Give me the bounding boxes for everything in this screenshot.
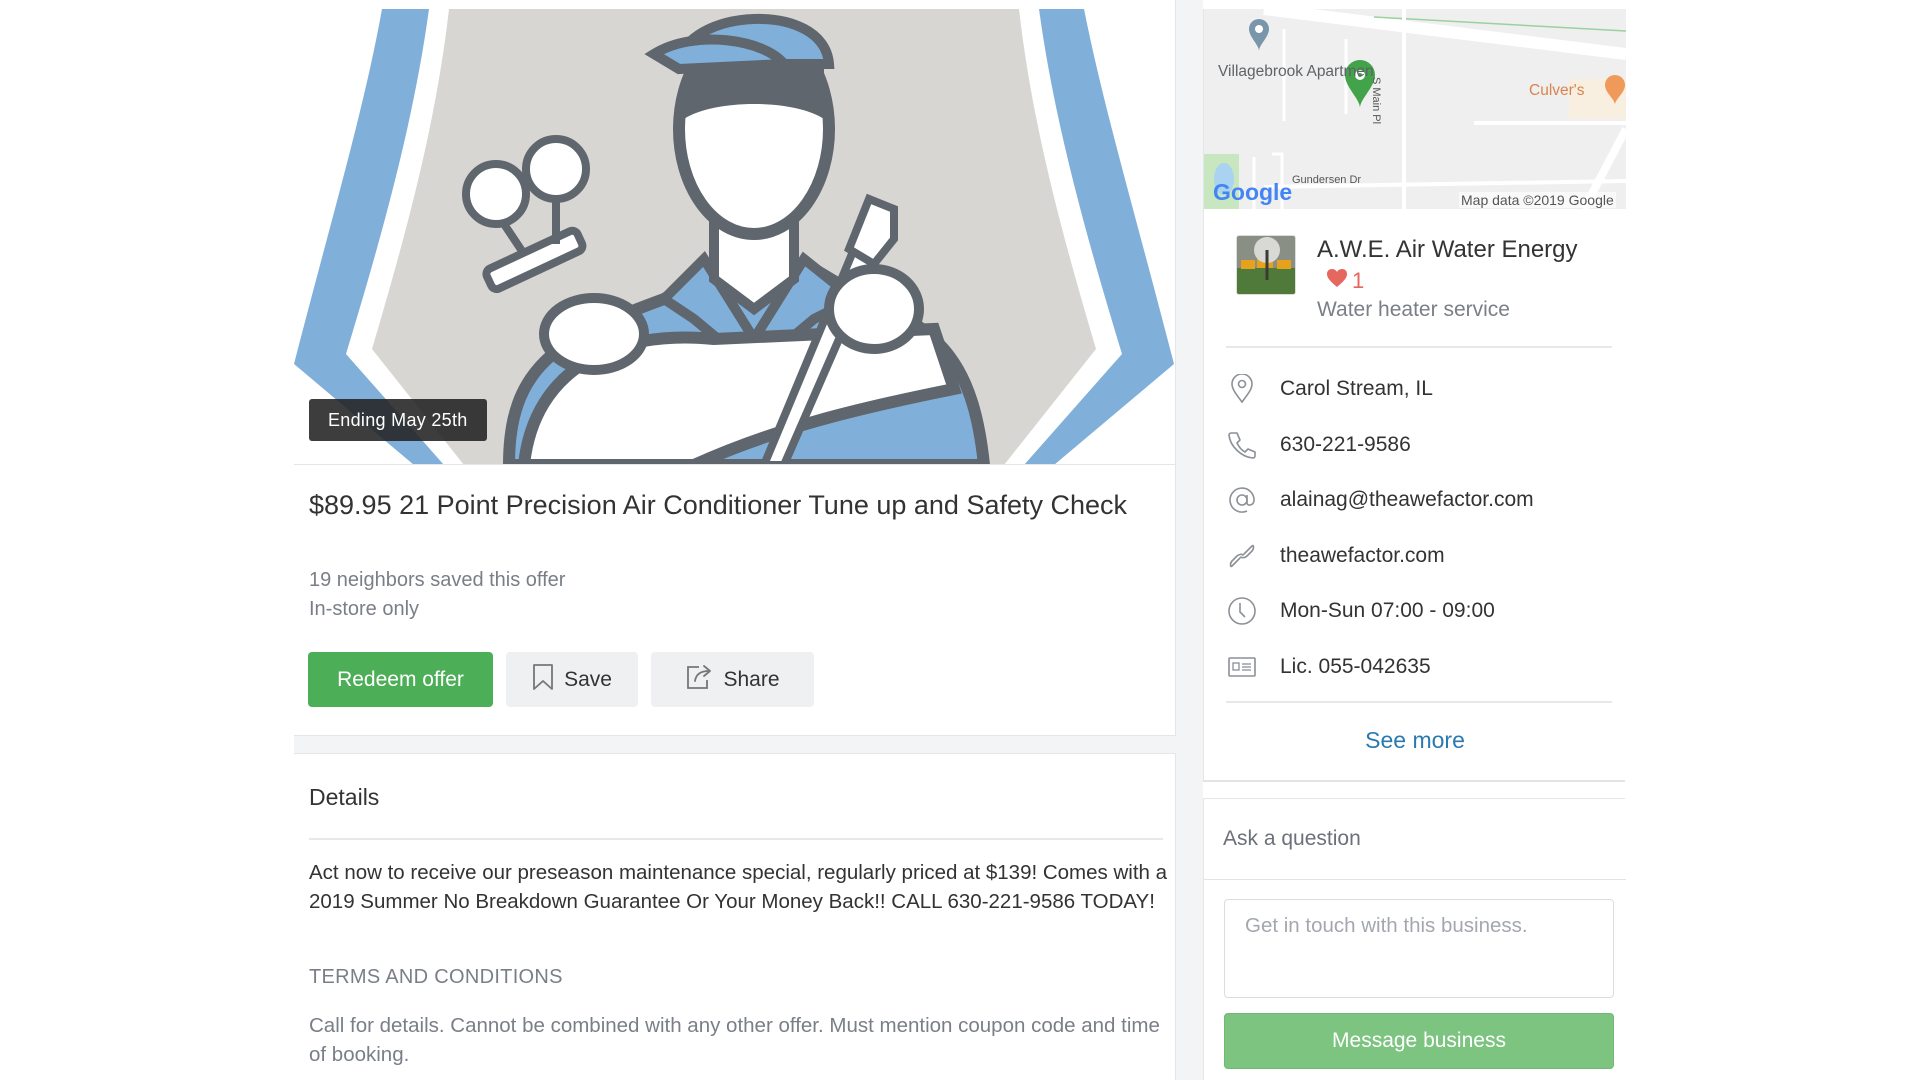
save-label: Save — [564, 667, 612, 691]
info-row-email[interactable]: alainag@theawefactor.com — [1226, 480, 1616, 520]
offer-card: Ending May 25th $89.95 21 Point Precisio… — [294, 0, 1176, 735]
info-row-phone[interactable]: 630-221-9586 — [1226, 425, 1616, 465]
column-gutter — [1176, 0, 1203, 1080]
business-location: Carol Stream, IL — [1280, 377, 1433, 400]
divider — [1204, 879, 1626, 880]
message-business-button[interactable]: Message business — [1224, 1013, 1614, 1069]
share-icon — [685, 663, 713, 697]
license-card-icon — [1226, 651, 1258, 683]
redeem-offer-label: Redeem offer — [337, 667, 464, 691]
business-avatar[interactable] — [1236, 235, 1296, 295]
details-heading: Details — [309, 784, 380, 810]
location-pin-icon — [1226, 373, 1258, 405]
business-hours: Mon-Sun 07:00 - 09:00 — [1280, 599, 1495, 622]
ask-question-card: Ask a question Message business — [1203, 798, 1626, 1080]
likes[interactable]: 1 — [1326, 268, 1364, 294]
offer-hero-image: Ending May 25th — [294, 9, 1175, 465]
map-label-street-vertical: S Main Pl — [1370, 77, 1382, 125]
likes-count: 1 — [1352, 268, 1365, 293]
clock-icon — [1226, 595, 1258, 627]
map-attribution: Map data ©2019 Google — [1459, 192, 1616, 208]
details-card: Details Act now to receive our preseason… — [294, 754, 1176, 1080]
offer-title: $89.95 21 Point Precision Air Conditione… — [309, 490, 1128, 520]
business-category: Water heater service — [1317, 298, 1510, 321]
map-label-apartments: Villagebrook Apartmen — [1218, 63, 1374, 80]
see-more-link[interactable]: See more — [1204, 727, 1626, 754]
terms-heading: TERMS AND CONDITIONS — [309, 966, 563, 988]
saved-count: 19 neighbors saved this offer — [309, 569, 566, 591]
google-logo: Google — [1213, 179, 1293, 205]
ask-question-title: Ask a question — [1223, 827, 1361, 850]
business-license: Lic. 055-042635 — [1280, 655, 1431, 678]
business-map[interactable]: Villagebrook Apartmen Culver's S Main Pl… — [1204, 9, 1626, 209]
business-card: Villagebrook Apartmen Culver's S Main Pl… — [1203, 9, 1626, 782]
terms-body: Call for details. Cannot be combined wit… — [309, 1014, 1160, 1066]
divider — [1226, 346, 1612, 348]
divider — [1226, 701, 1612, 703]
heart-icon — [1326, 268, 1348, 294]
info-row-website[interactable]: theawefactor.com — [1226, 536, 1616, 576]
map-label-street-horizontal: Gundersen Dr — [1292, 174, 1362, 186]
share-button[interactable]: Share — [651, 652, 814, 707]
at-sign-icon — [1226, 484, 1258, 516]
message-input[interactable] — [1224, 899, 1614, 998]
message-business-label: Message business — [1332, 1029, 1506, 1052]
share-label: Share — [723, 667, 780, 691]
business-website[interactable]: theawefactor.com — [1280, 544, 1445, 568]
availability: In-store only — [309, 598, 420, 620]
card-gap — [294, 735, 1176, 754]
phone-icon — [1226, 429, 1258, 461]
business-phone[interactable]: 630-221-9586 — [1280, 433, 1411, 457]
redeem-offer-button[interactable]: Redeem offer — [308, 652, 493, 707]
link-icon — [1226, 540, 1258, 572]
divider — [309, 838, 1163, 840]
details-body: Act now to receive our preseason mainten… — [309, 861, 1168, 913]
bookmark-icon — [532, 663, 554, 697]
business-email[interactable]: alainag@theawefactor.com — [1280, 488, 1534, 512]
hvac-technician-illustration — [294, 9, 1174, 464]
info-row-location: Carol Stream, IL — [1226, 369, 1616, 409]
info-row-hours: Mon-Sun 07:00 - 09:00 — [1226, 591, 1616, 631]
save-button[interactable]: Save — [506, 652, 638, 707]
offer-ending-badge: Ending May 25th — [309, 399, 487, 441]
info-row-license: Lic. 055-042635 — [1226, 647, 1616, 687]
business-name[interactable]: A.W.E. Air Water Energy — [1317, 236, 1578, 264]
map-label-restaurant: Culver's — [1529, 82, 1585, 99]
